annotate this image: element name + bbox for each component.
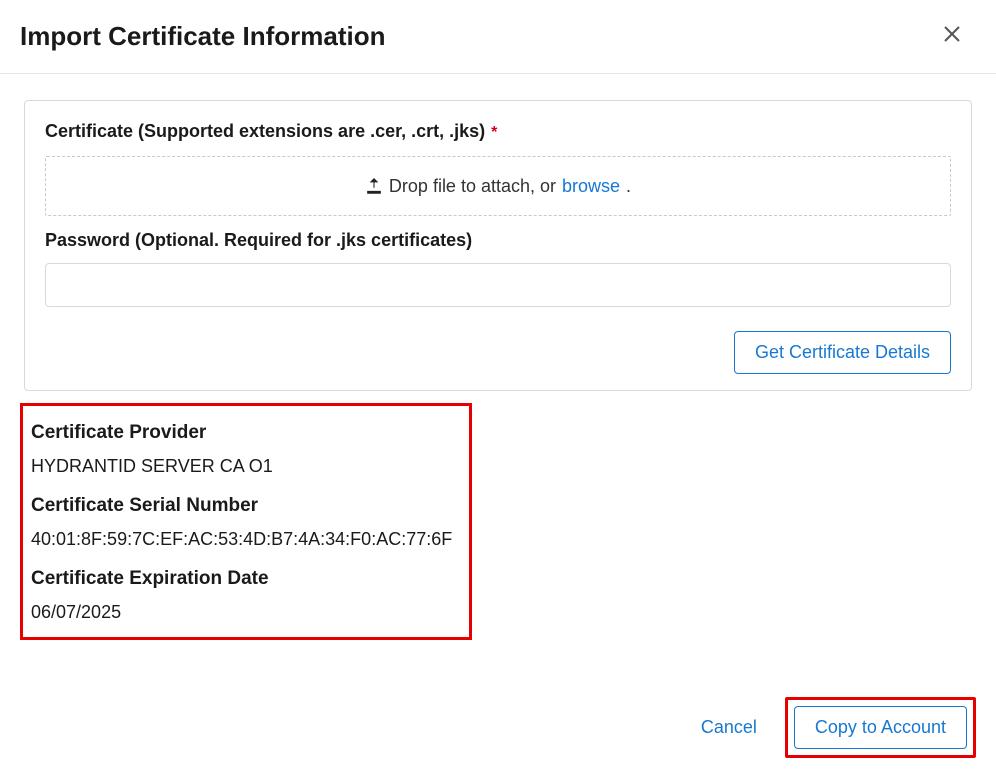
dialog-header: Import Certificate Information bbox=[0, 0, 996, 74]
dialog-body[interactable]: Certificate (Supported extensions are .c… bbox=[0, 74, 996, 681]
copy-to-account-button[interactable]: Copy to Account bbox=[794, 706, 967, 749]
certificate-provider-value: HYDRANTID SERVER CA O1 bbox=[31, 456, 461, 477]
dialog-footer: Cancel Copy to Account bbox=[0, 681, 996, 782]
get-certificate-details-button[interactable]: Get Certificate Details bbox=[734, 331, 951, 374]
certificate-expiration-value: 06/07/2025 bbox=[31, 602, 461, 623]
required-asterisk-icon: * bbox=[491, 124, 497, 141]
password-input[interactable] bbox=[45, 263, 951, 307]
certificate-serial-value: 40:01:8F:59:7C:EF:AC:53:4D:B7:4A:34:F0:A… bbox=[31, 529, 461, 550]
certificate-details-panel: Certificate Provider HYDRANTID SERVER CA… bbox=[20, 403, 472, 640]
upload-card: Certificate (Supported extensions are .c… bbox=[24, 100, 972, 391]
certificate-field-label-text: Certificate (Supported extensions are .c… bbox=[45, 121, 485, 141]
card-actions: Get Certificate Details bbox=[45, 331, 951, 374]
dropzone-text-suffix: . bbox=[626, 176, 631, 197]
dialog-title: Import Certificate Information bbox=[20, 21, 385, 52]
upload-icon bbox=[365, 177, 383, 195]
certificate-provider-label: Certificate Provider bbox=[31, 422, 461, 444]
close-icon[interactable] bbox=[938, 20, 966, 53]
dropzone-text-prefix: Drop file to attach, or bbox=[389, 176, 556, 197]
certificate-field-label: Certificate (Supported extensions are .c… bbox=[45, 121, 951, 142]
cancel-button[interactable]: Cancel bbox=[693, 707, 765, 748]
import-certificate-dialog: Import Certificate Information Certifica… bbox=[0, 0, 996, 782]
password-field-label: Password (Optional. Required for .jks ce… bbox=[45, 230, 951, 251]
copy-to-account-highlight: Copy to Account bbox=[785, 697, 976, 758]
certificate-expiration-label: Certificate Expiration Date bbox=[31, 568, 461, 590]
file-dropzone[interactable]: Drop file to attach, or browse. bbox=[45, 156, 951, 216]
certificate-serial-label: Certificate Serial Number bbox=[31, 495, 461, 517]
browse-link[interactable]: browse bbox=[562, 176, 620, 197]
